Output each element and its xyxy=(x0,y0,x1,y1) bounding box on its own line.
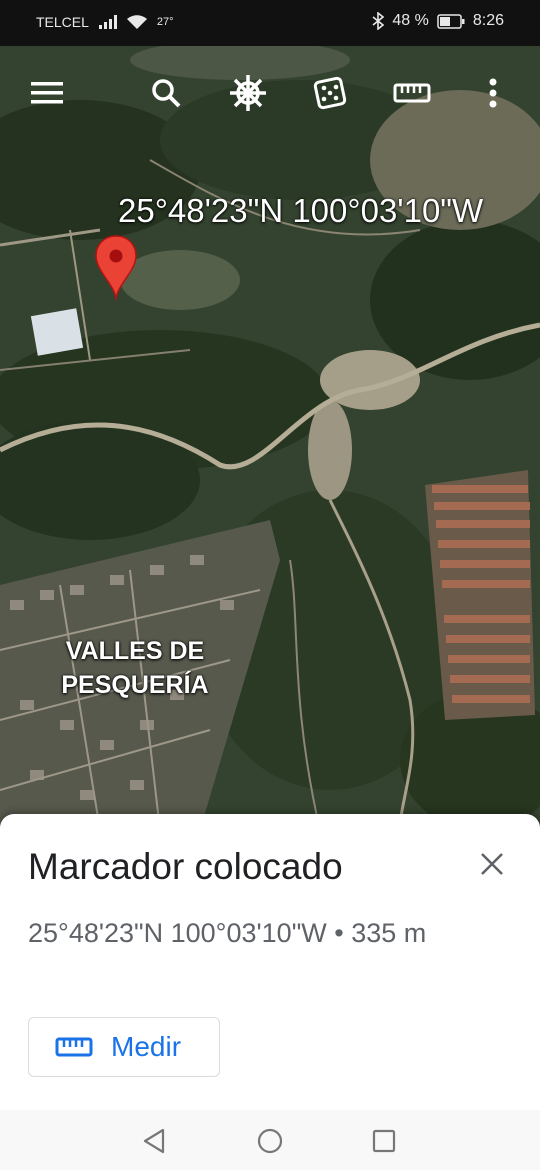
voyager-wheel-icon xyxy=(230,75,266,111)
location-marker-icon[interactable] xyxy=(94,234,138,302)
search-icon xyxy=(152,79,181,108)
recents-icon xyxy=(372,1129,396,1153)
battery-percent: 48 % xyxy=(392,12,429,29)
clock: 8:26 xyxy=(472,12,504,29)
measure-button[interactable]: Medir xyxy=(28,1017,220,1077)
close-button[interactable] xyxy=(474,846,510,882)
map-toolbar xyxy=(0,70,540,120)
voyager-button[interactable] xyxy=(225,70,271,116)
ruler-icon xyxy=(55,1037,93,1057)
search-button[interactable] xyxy=(143,70,189,116)
home-icon xyxy=(257,1128,283,1154)
measure-button-label: Medir xyxy=(111,1031,182,1062)
dice-icon xyxy=(313,76,347,110)
battery-icon xyxy=(437,13,465,29)
recents-button[interactable] xyxy=(367,1124,401,1158)
satellite-imagery xyxy=(0,0,540,830)
satellite-map[interactable]: 25°48'23"N 100°03'10"W VALLES DE PESQUER… xyxy=(0,0,540,830)
wifi-icon xyxy=(126,14,147,29)
back-icon xyxy=(143,1128,165,1154)
menu-icon xyxy=(31,82,63,104)
map-place-label: VALLES DE PESQUERÍA xyxy=(61,637,209,699)
signal-icon xyxy=(98,15,117,29)
feeling-lucky-button[interactable] xyxy=(307,70,353,116)
ruler-icon xyxy=(393,83,431,103)
bluetooth-icon xyxy=(372,12,385,30)
map-coordinates-label: 25°48'23"N 100°03'10"W xyxy=(118,192,484,229)
placemark-sheet: Marcador colocado 25°48'23"N 100°03'10"W… xyxy=(0,814,540,1110)
more-vert-icon xyxy=(489,78,497,108)
temperature-label: 27° xyxy=(156,16,174,28)
carrier-label: TELCEL xyxy=(36,14,89,30)
status-bar: TELCEL 27° 48 % 8:26 xyxy=(0,0,540,46)
system-nav-bar xyxy=(0,1110,540,1170)
home-button[interactable] xyxy=(253,1124,287,1158)
measure-tool-button[interactable] xyxy=(389,70,435,116)
sheet-title: Marcador colocado xyxy=(28,846,343,887)
more-options-button[interactable] xyxy=(470,70,516,116)
close-icon xyxy=(481,853,503,875)
placemark-details: 25°48'23"N 100°03'10"W • 335 m xyxy=(28,918,427,948)
back-button[interactable] xyxy=(137,1124,171,1158)
menu-button[interactable] xyxy=(24,70,70,116)
